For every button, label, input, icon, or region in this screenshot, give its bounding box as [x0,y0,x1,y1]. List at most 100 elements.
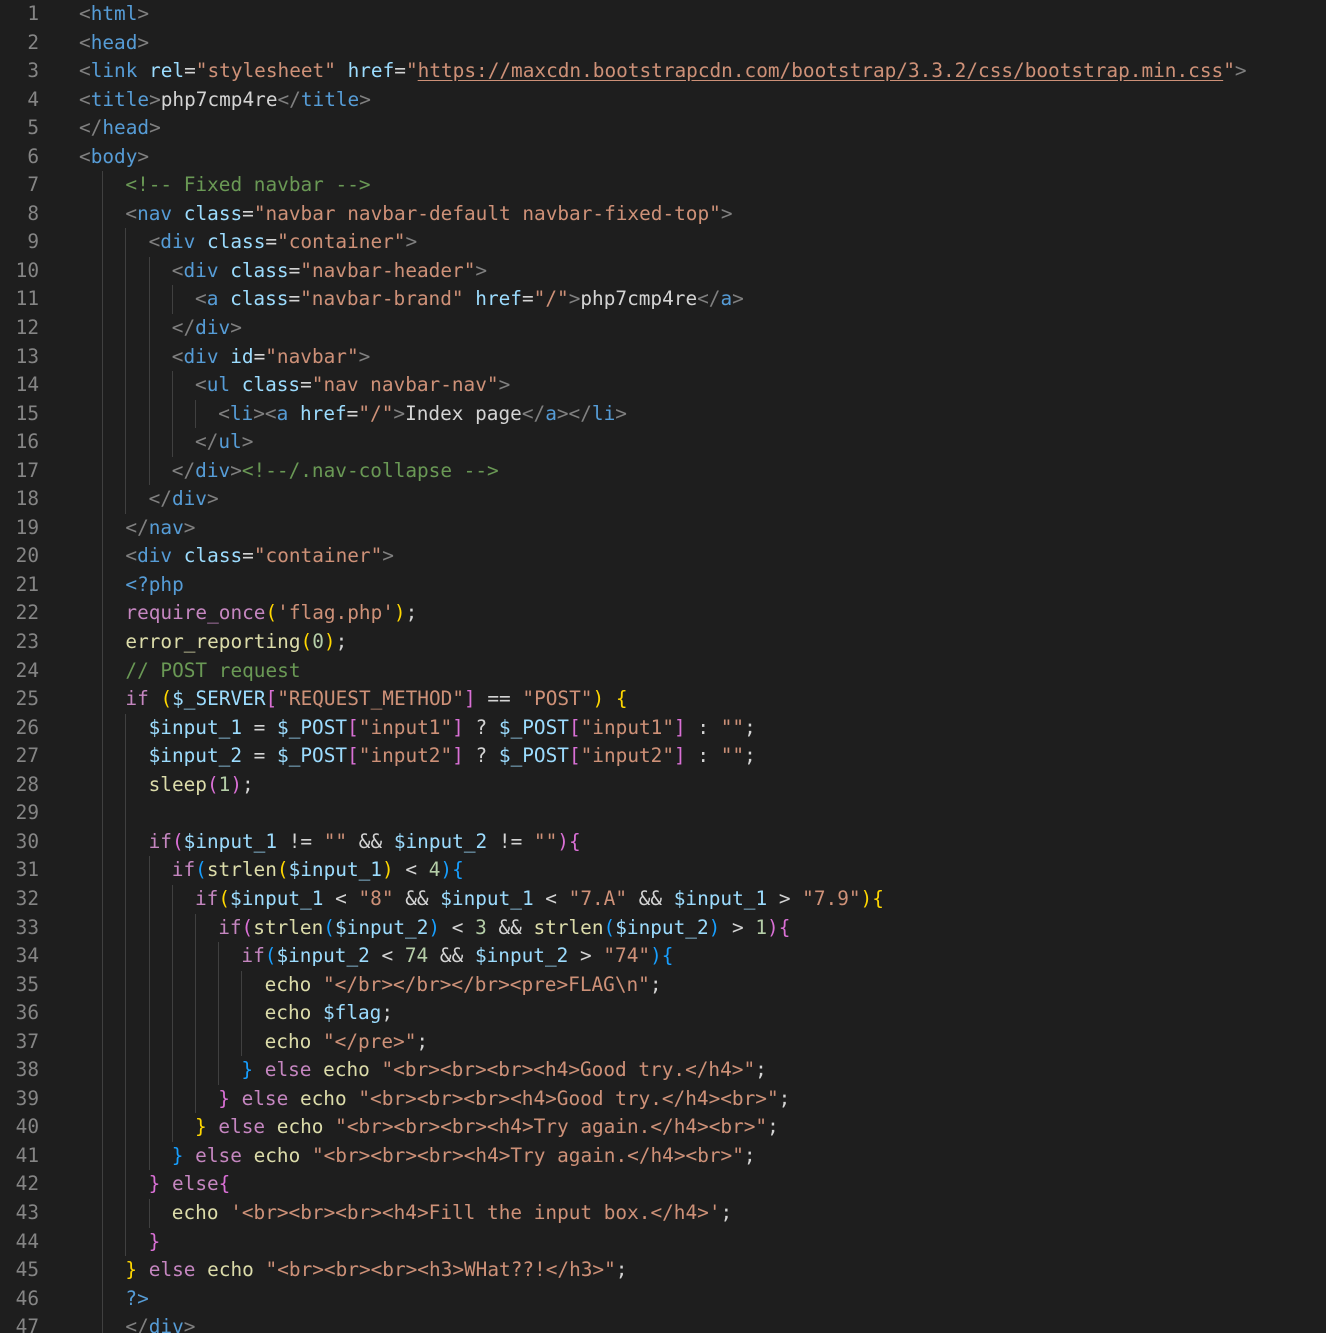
token: html [90,2,138,25]
token: < [218,401,230,425]
code-line[interactable]: 12 </div> [0,314,1326,343]
code-line[interactable]: 24 // POST request [0,656,1326,686]
code-text: } else{ [149,1170,231,1199]
token: ) [592,687,605,711]
code-text: </nav> [125,514,195,543]
token: "" [323,829,348,853]
code-line[interactable]: 6 <body> [0,143,1326,172]
code-line[interactable]: 2 <head> [0,29,1326,58]
token: < [171,344,184,368]
token: nav [148,515,184,539]
token: href [347,59,395,83]
line-number: 4 [27,87,39,111]
token: else [171,1172,219,1196]
token: = [288,258,301,282]
code-line[interactable]: 3 <link rel="stylesheet" href="https://ma… [0,57,1326,86]
code-line[interactable]: 31 if(strlen($input_1) < 4){ [0,856,1326,885]
code-line[interactable]: 35 echo "</br></br></br><pre>FLAG\n"; [0,970,1326,1000]
indent-guide [125,399,127,429]
indent-guide [195,999,196,1028]
code-editor[interactable]: 1 <html> 2 <head> 3 <link rel="stylesheet" hr… [0,0,1326,1333]
code-line[interactable]: 18 </div> [0,485,1326,514]
token: link [90,59,138,83]
code-line[interactable]: 27 $input_2 = $_POST["input2"] ? $_POST["… [0,742,1326,771]
indent-guide [148,314,150,343]
indent-guide [125,342,127,372]
token: > [720,915,756,939]
token: ( [160,687,173,711]
code-line[interactable]: 30 if($input_1 != "" && $input_2 != ""){ [0,827,1326,857]
code-line[interactable]: 29 [0,799,1326,828]
token: strlen [533,915,604,939]
code-line[interactable]: 28 sleep(1); [0,770,1326,800]
code-line[interactable]: 20 <div class="container"> [0,542,1326,571]
token: && [393,886,441,910]
code-line[interactable]: 19 </nav> [0,513,1326,543]
code-line[interactable]: 13 <div id="navbar"> [0,342,1326,372]
indent-guide [148,1141,150,1171]
code-line[interactable]: 10 <div class="navbar-header"> [0,256,1326,286]
token: = [300,373,312,397]
code-line[interactable]: 32 if($input_1 < "8" && $input_1 < "7.A" … [0,884,1326,914]
code-line[interactable]: 9 <div class="container"> [0,228,1326,257]
token: > [405,230,418,254]
token: == [475,687,523,711]
code-line[interactable]: 26 $input_1 = $_POST["input1"] ? $_POST["… [0,713,1326,743]
token: > [137,30,150,54]
code-line[interactable]: 1 <html> [0,0,1326,29]
code-line[interactable]: 44} [0,1227,1326,1257]
code-text: <div id="navbar"> [172,343,371,372]
code-line[interactable]: 37 echo "</pre>"; [0,1027,1326,1057]
indent-guide [102,171,104,200]
code-line[interactable]: 40} else echo "<br><br><br><h4>Try again… [0,1113,1326,1142]
code-line[interactable]: 23 error_reporting(0); [0,628,1326,657]
line-number: 47 [15,1315,39,1333]
token: "<br><br><br><h4>Try again.</h4><br>" [311,1143,744,1167]
code-text: $input_1 = $_POST["input1"] ? $_POST["in… [149,714,756,743]
code-line[interactable]: 25 if ($_SERVER["REQUEST_METHOD"] == "POS… [0,685,1326,714]
code-line[interactable]: 33 if(strlen($input_2) < 3 && strlen($inp… [0,913,1326,943]
code-line[interactable]: 36 echo $flag; [0,999,1326,1028]
code-line[interactable]: 39} else echo "<br><br><br><h4>Good try.… [0,1084,1326,1114]
code-line[interactable]: 41} else echo "<br><br><br><h4>Try again… [0,1141,1326,1171]
code-line[interactable]: 8 <nav class="navbar navbar-default navba… [0,199,1326,229]
line-number: 19 [15,515,39,539]
token: ( [206,772,219,796]
indent-guide [171,1027,173,1057]
token: $_POST [498,744,569,768]
indent-guide [171,913,173,943]
indent-guide [102,913,104,943]
token: ; [335,630,348,654]
code-line[interactable]: 34 if($input_2 < 74 && $input_2 > "74"){ [0,942,1326,971]
token: "input1" [580,715,675,739]
code-line[interactable]: 46 ?> [0,1284,1326,1314]
token: ) [650,944,662,968]
token: = [242,715,278,739]
code-line[interactable]: 38} else echo "<br><br><br><h4>Good try.… [0,1056,1326,1085]
code-line[interactable]: 15 <li><a href="/">Index page</a></li> [0,399,1326,429]
code-line[interactable]: 45} else echo "<br><br><br><h3>WHat??!</… [0,1256,1326,1285]
code-line[interactable]: 7 <!-- Fixed navbar --> [0,171,1326,200]
token: { [778,915,791,939]
code-line[interactable]: 11 <a class="navbar-brand" href="/">php7c… [0,285,1326,315]
code-line[interactable]: 43 echo '<br><br><br><h4>Fill the input b… [0,1198,1326,1228]
code-line[interactable]: 21 <?php [0,570,1326,600]
code-line[interactable]: 4 <title>php7cmp4re</title> [0,86,1326,115]
token: > [720,201,733,225]
code-line[interactable]: 17 </div><!--/.nav-collapse --> [0,456,1326,486]
token: "input1" [358,715,453,739]
indent-guide [125,770,127,800]
token: "navbar" [265,344,359,368]
code-line[interactable]: 14 <ul class="nav navbar-nav"> [0,371,1326,400]
code-line[interactable]: 5 </head> [0,114,1326,143]
token[interactable]: https://maxcdn.bootstrapcdn.com/bootstra… [418,59,1224,82]
code-line[interactable]: 22 require_once('flag.php'); [0,599,1326,629]
code-line[interactable]: 42} else{ [0,1170,1326,1199]
code-text: echo "</pre>"; [265,1028,428,1057]
indent-guide [148,1056,150,1085]
code-line[interactable]: 47 </div> [0,1313,1326,1333]
indent-guide [195,913,196,943]
code-line[interactable]: 16 </ul> [0,428,1326,457]
